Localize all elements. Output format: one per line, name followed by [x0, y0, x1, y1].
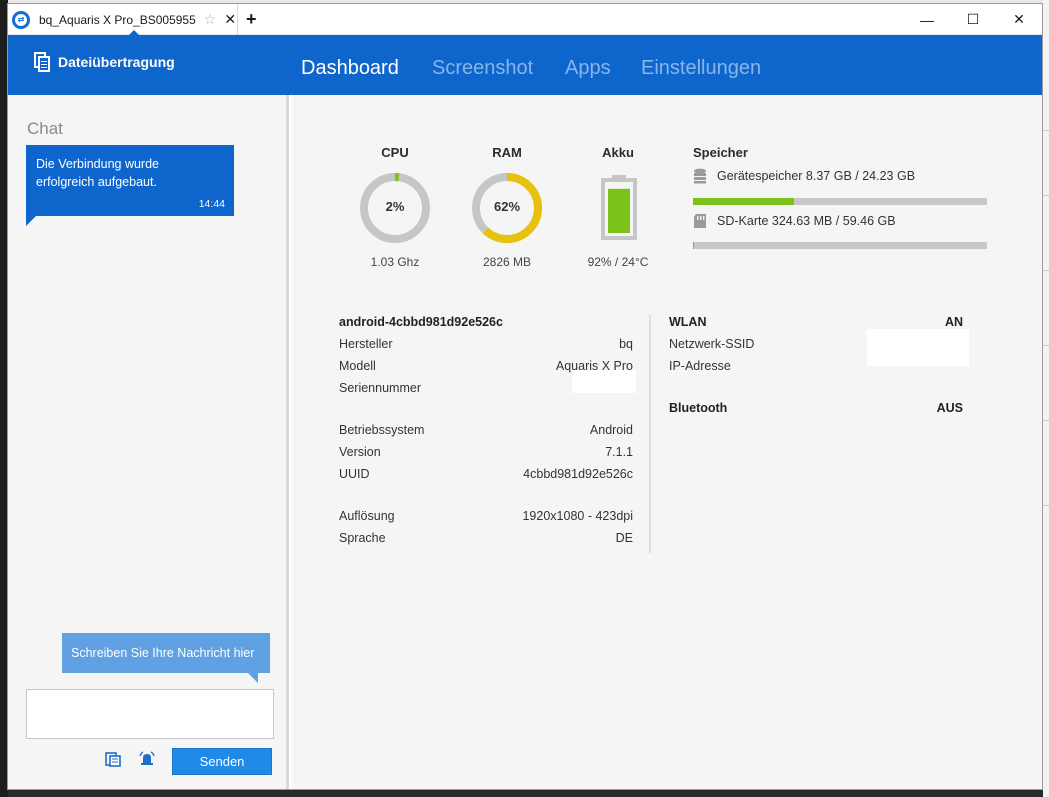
- battery-fill: [608, 188, 630, 233]
- info-row-os: Betriebssystem Android: [339, 423, 633, 437]
- file-transfer-label: Dateiübertragung: [58, 54, 175, 70]
- sd-card-fill: [693, 242, 695, 249]
- file-send-icon[interactable]: [104, 750, 122, 768]
- battery-icon: [601, 175, 637, 240]
- info-row-uuid: UUID 4cbbd981d92e526c: [339, 467, 633, 481]
- network-redacted-box: [867, 329, 969, 366]
- ram-used: 2826 MB: [482, 255, 532, 269]
- sd-card-label: SD-Karte 324.63 MB / 59.46 GB: [717, 214, 896, 228]
- device-storage-bar: [693, 198, 987, 205]
- tab-dashboard[interactable]: Dashboard: [301, 57, 399, 80]
- battery-label: Akku: [602, 145, 634, 160]
- cpu-frequency: 1.03 Ghz: [370, 255, 420, 269]
- session-tab-title: bq_Aquaris X Pro_BS005955: [39, 12, 196, 27]
- device-storage-row: Gerätespeicher 8.37 GB / 24.23 GB: [693, 168, 915, 184]
- bluetooth-row: Bluetooth AUS: [669, 401, 963, 415]
- close-tab-icon[interactable]: ✕: [224, 11, 236, 28]
- cpu-label: CPU: [381, 145, 409, 160]
- chat-message-line-1: Die Verbindung wurde: [36, 157, 159, 171]
- title-bar: ⇄ bq_Aquaris X Pro_BS005955 ☆ ✕ + — ☐ ✕: [8, 4, 1042, 36]
- close-window-button[interactable]: ✕: [996, 4, 1042, 35]
- sd-card-icon: [694, 214, 706, 228]
- alarm-icon[interactable]: [138, 750, 156, 768]
- battery-status: 92% / 24°C: [587, 255, 649, 269]
- add-tab-button[interactable]: +: [246, 9, 257, 30]
- maximize-button[interactable]: ☐: [950, 4, 996, 35]
- chat-message-time: 14:44: [198, 198, 225, 210]
- header-bar: Dateiübertragung Dashboard Screenshot Ap…: [8, 35, 1042, 95]
- serial-redacted-box: [572, 370, 636, 393]
- send-button[interactable]: Senden: [172, 748, 272, 775]
- database-icon: [694, 168, 706, 184]
- tab-settings[interactable]: Einstellungen: [641, 57, 761, 80]
- info-row-version: Version 7.1.1: [339, 445, 633, 459]
- teamviewer-window: ⇄ bq_Aquaris X Pro_BS005955 ☆ ✕ + — ☐ ✕ …: [7, 3, 1043, 790]
- sd-card-bar: [693, 242, 987, 249]
- chat-message: Die Verbindung wurde erfolgreich aufgeba…: [26, 145, 234, 216]
- info-divider: [649, 315, 651, 553]
- minimize-button[interactable]: —: [904, 4, 950, 35]
- message-input[interactable]: [26, 689, 274, 739]
- device-name-row: android-4cbbd981d92e526c: [339, 315, 633, 335]
- sd-card-row: SD-Karte 324.63 MB / 59.46 GB: [693, 213, 896, 229]
- info-row-resolution: Auflösung 1920x1080 - 423dpi: [339, 509, 633, 523]
- compose-hint: Schreiben Sie Ihre Nachricht hier: [62, 633, 270, 673]
- device-storage-fill: [693, 198, 795, 205]
- star-icon[interactable]: ☆: [204, 11, 217, 28]
- chat-title: Chat: [27, 119, 63, 138]
- desktop-background-right: [1043, 0, 1049, 797]
- ram-value: 62%: [493, 199, 521, 214]
- teamviewer-logo-icon: ⇄: [12, 10, 30, 29]
- device-name: android-4cbbd981d92e526c: [339, 315, 503, 329]
- ram-label: RAM: [492, 145, 522, 160]
- chat-bubble-tail: [26, 216, 36, 226]
- compose-hint-tail: [248, 673, 258, 683]
- file-transfer-icon: [34, 52, 50, 72]
- info-row-language: Sprache DE: [339, 531, 633, 545]
- device-storage-label: Gerätespeicher 8.37 GB / 24.23 GB: [717, 169, 916, 183]
- info-row-manufacturer: Hersteller bq: [339, 337, 633, 351]
- file-transfer-button[interactable]: Dateiübertragung: [34, 52, 175, 72]
- session-tab[interactable]: ⇄ bq_Aquaris X Pro_BS005955 ☆ ✕: [8, 4, 238, 36]
- tab-apps[interactable]: Apps: [565, 57, 611, 80]
- storage-title: Speicher: [693, 145, 748, 160]
- chat-panel: Chat Die Verbindung wurde erfolgreich au…: [8, 95, 289, 789]
- dashboard-panel: CPU 2% 1.03 Ghz RAM 62% 2826 MB Akku 92%…: [292, 95, 1042, 789]
- tab-screenshot[interactable]: Screenshot: [432, 57, 533, 80]
- cpu-value: 2%: [385, 199, 405, 214]
- chat-message-line-2: erfolgreich aufgebaut.: [36, 175, 157, 189]
